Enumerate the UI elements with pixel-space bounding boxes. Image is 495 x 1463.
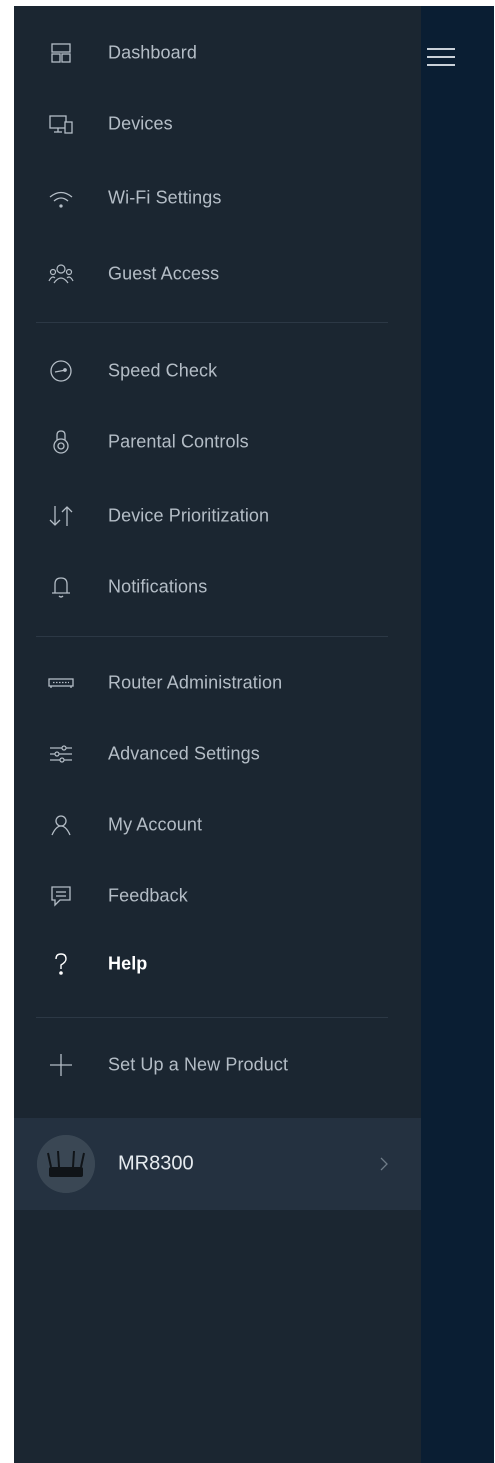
nav-item-label: Parental Controls (108, 431, 249, 452)
nav-item-label: Notifications (108, 576, 208, 597)
nav-item-label: Speed Check (108, 360, 218, 381)
router-avatar (37, 1135, 95, 1193)
nav-item-label: My Account (108, 814, 203, 835)
nav-item-notifications[interactable]: Notifications (14, 567, 421, 607)
nav-item-label: Feedback (108, 885, 188, 906)
feedback-icon (48, 883, 74, 909)
dashboard-icon (48, 40, 74, 66)
nav-item-label: Help (108, 953, 148, 974)
plus-icon (48, 1052, 74, 1078)
user-icon (48, 812, 74, 838)
nav-item-dashboard[interactable]: Dashboard (14, 33, 421, 73)
nav-item-router-administration[interactable]: Router Administration (14, 663, 421, 703)
hamburger-menu-icon[interactable] (427, 46, 455, 68)
nav-item-parental-controls[interactable]: Parental Controls (14, 422, 421, 462)
help-icon (48, 951, 74, 977)
app-screen: Dashboard Devices Wi-Fi Settings Guest A… (14, 6, 494, 1463)
router-name: MR8300 (118, 1152, 194, 1175)
chevron-right-icon (378, 1156, 390, 1172)
bell-icon (48, 574, 74, 600)
guest-access-icon (48, 261, 74, 287)
nav-item-feedback[interactable]: Feedback (14, 876, 421, 916)
divider (36, 322, 388, 323)
nav-item-label: Dashboard (108, 42, 197, 63)
lock-icon (48, 429, 74, 455)
devices-icon (48, 111, 74, 137)
sliders-icon (48, 741, 74, 767)
nav-item-my-account[interactable]: My Account (14, 805, 421, 845)
nav-item-label: Guest Access (108, 263, 220, 284)
priority-arrows-icon (48, 503, 74, 529)
nav-item-label: Device Prioritization (108, 505, 270, 526)
speedometer-icon (48, 358, 74, 384)
divider (36, 636, 388, 637)
nav-item-device-prioritization[interactable]: Device Prioritization (14, 496, 421, 536)
nav-item-speed-check[interactable]: Speed Check (14, 351, 421, 391)
nav-item-help[interactable]: Help (14, 944, 421, 984)
nav-item-devices[interactable]: Devices (14, 104, 421, 144)
router-icon (48, 670, 74, 696)
nav-item-label: Set Up a New Product (108, 1054, 289, 1075)
nav-item-wifi-settings[interactable]: Wi-Fi Settings (14, 178, 421, 218)
router-selector[interactable]: MR8300 (14, 1118, 421, 1210)
nav-item-set-up-new-product[interactable]: Set Up a New Product (14, 1045, 421, 1085)
nav-item-advanced-settings[interactable]: Advanced Settings (14, 734, 421, 774)
divider (36, 1017, 388, 1018)
wifi-icon (48, 185, 74, 211)
navigation-drawer: Dashboard Devices Wi-Fi Settings Guest A… (14, 6, 421, 1463)
nav-item-label: Advanced Settings (108, 743, 260, 764)
nav-item-guest-access[interactable]: Guest Access (14, 254, 421, 294)
nav-item-label: Router Administration (108, 672, 283, 693)
nav-item-label: Devices (108, 113, 173, 134)
nav-item-label: Wi-Fi Settings (108, 187, 222, 208)
